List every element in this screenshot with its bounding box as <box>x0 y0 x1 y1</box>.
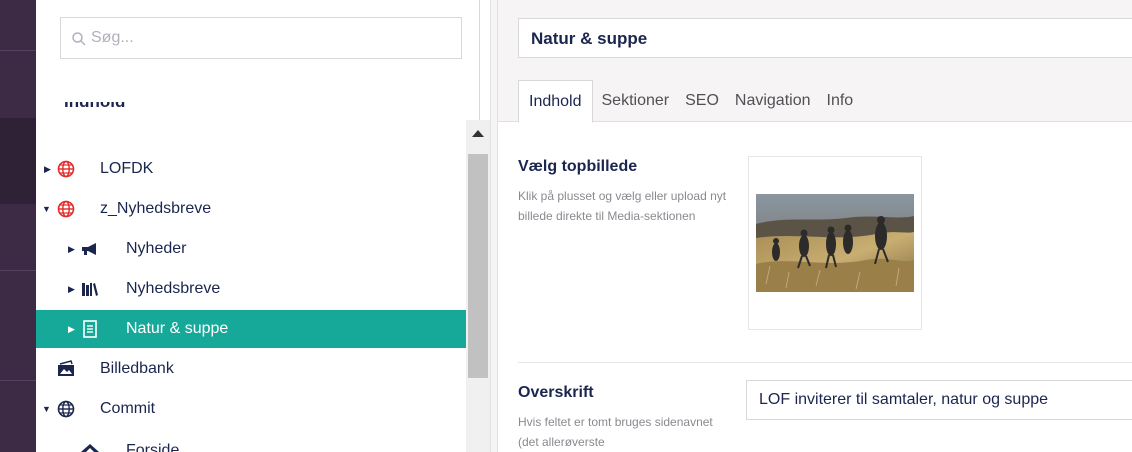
editor-header: Natur & suppe Indhold Sektioner SEO Navi… <box>498 0 1132 123</box>
caret-right-icon[interactable]: ▶ <box>68 244 78 254</box>
globe-icon <box>56 399 76 419</box>
tree-node-forside[interactable]: Forside <box>36 432 466 452</box>
field-divider <box>518 362 1132 363</box>
tree-node-natur-og-suppe[interactable]: ▶ Natur & suppe <box>36 310 466 348</box>
search-input[interactable] <box>91 18 451 58</box>
photo-stack-icon <box>56 359 76 379</box>
topimage-description: Klik på plusset og vælg eller upload nyt… <box>518 189 727 223</box>
caret-down-icon[interactable]: ▼ <box>42 204 52 214</box>
editor-tabs: Indhold Sektioner SEO Navigation Info <box>518 80 862 123</box>
heading-title: Overskrift <box>518 384 594 401</box>
topimage-picker[interactable] <box>748 156 922 330</box>
tab-info[interactable]: Info <box>820 80 861 122</box>
tree-node-label: Nyheder <box>126 240 187 257</box>
tab-indhold[interactable]: Indhold <box>518 80 593 123</box>
tree-node-lofdk[interactable]: ▶ LOFDK <box>36 150 466 188</box>
section-rail <box>0 0 36 452</box>
tab-sektioner[interactable]: Sektioner <box>595 80 677 122</box>
tree-node-label: Forside <box>126 442 180 452</box>
caret-right-icon[interactable]: ▶ <box>44 164 54 174</box>
content-tree-panel: Indhold ▶ LOFDK ▼ z_Nyhedsbreve ▶ <box>36 0 480 452</box>
node-name-field[interactable]: Natur & suppe <box>518 18 1132 58</box>
globe-icon <box>56 199 76 219</box>
heading-description: Hvis feltet er tomt bruges sidenavnet (d… <box>518 415 713 449</box>
tree-node-nyhedsbreve[interactable]: ▶ Nyhedsbreve <box>36 270 466 308</box>
books-icon <box>80 279 100 299</box>
caret-right-icon[interactable]: ▶ <box>68 324 78 334</box>
tree-node-z-nyhedsbreve[interactable]: ▼ z_Nyhedsbreve <box>36 190 466 228</box>
search-icon <box>72 32 86 46</box>
heading-input[interactable] <box>746 380 1132 420</box>
tree-node-label: Nyhedsbreve <box>126 280 221 297</box>
tab-seo[interactable]: SEO <box>678 80 726 122</box>
scrollbar-thumb[interactable] <box>468 154 488 378</box>
tree-node-label: LOFDK <box>100 160 154 177</box>
caret-right-icon[interactable]: ▶ <box>68 284 78 294</box>
content-editor: Natur & suppe Indhold Sektioner SEO Navi… <box>498 0 1132 452</box>
caret-down-icon[interactable]: ▼ <box>42 404 52 414</box>
document-icon <box>80 319 100 339</box>
tree-search-box <box>60 17 462 59</box>
tree-node-commit[interactable]: ▼ Commit <box>36 390 466 428</box>
topimage-thumbnail[interactable] <box>756 194 914 292</box>
scroll-up-arrow-icon[interactable] <box>472 130 484 137</box>
panel-splitter[interactable] <box>490 0 498 452</box>
globe-icon <box>56 159 76 179</box>
tree-node-nyheder[interactable]: ▶ Nyheder <box>36 230 466 268</box>
tab-navigation[interactable]: Navigation <box>728 80 818 122</box>
tree-scrollbar[interactable] <box>466 120 490 452</box>
tree-section-heading: Indhold <box>64 102 125 116</box>
rail-active-section[interactable] <box>0 118 36 204</box>
tree-node-billedbank[interactable]: Billedbank <box>36 350 466 388</box>
topimage-title: Vælg topbillede <box>518 158 638 175</box>
tree-node-label: Natur & suppe <box>126 320 229 337</box>
megaphone-icon <box>80 239 100 259</box>
app-window: Indhold ▶ LOFDK ▼ z_Nyhedsbreve ▶ <box>0 0 1132 452</box>
home-icon <box>80 441 100 452</box>
tree-node-label: Billedbank <box>100 360 174 377</box>
tree-node-label: Commit <box>100 400 156 417</box>
tree-node-label: z_Nyhedsbreve <box>100 200 212 217</box>
